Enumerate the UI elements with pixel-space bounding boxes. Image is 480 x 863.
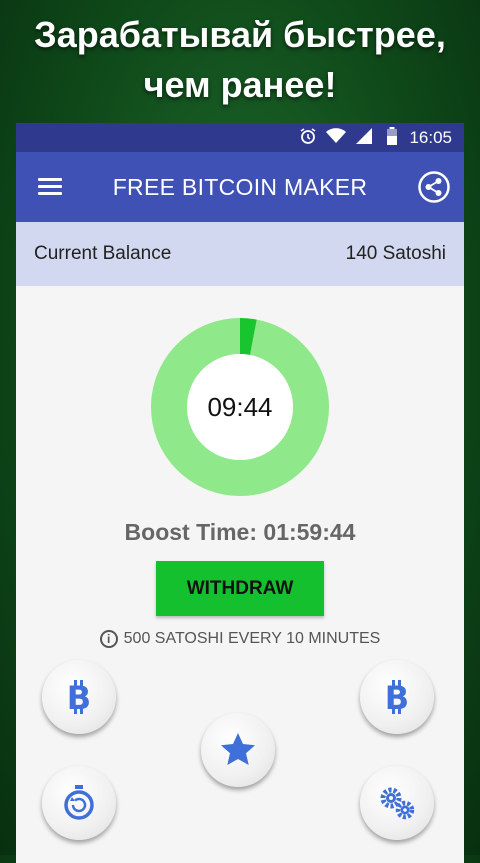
status-time: 16:05 [409,127,452,147]
svg-text:B: B [67,679,91,716]
bitcoin-icon: B [67,679,91,716]
promo-line-2: чем ранее! [143,64,337,105]
balance-value: 140 Satoshi [345,243,446,264]
star-icon [221,733,255,765]
signal-icon [353,127,375,148]
app-bar: FREE BITCOIN MAKER [16,152,464,222]
bitcoin-button-left[interactable]: B [42,660,116,734]
phone-screen: 16:05 FREE BITCOIN MAKER Current Balance… [16,123,464,863]
info-text: 500 SATOSHI EVERY 10 MINUTES [123,630,381,647]
app-title: FREE BITCOIN MAKER [112,173,368,200]
countdown-ring: 09:44 [150,317,330,497]
info-line: i 500 SATOSHI EVERY 10 MINUTES [16,630,464,648]
info-icon: i [99,630,118,648]
balance-bar: Current Balance 140 Satoshi [16,222,464,286]
favorite-star-button[interactable] [201,713,275,787]
svg-text:B: B [385,679,409,716]
alarm-icon [297,127,319,149]
bitcoin-button-right[interactable]: B [360,660,434,734]
bitcoin-icon: B [385,679,409,716]
settings-gears-icon [380,787,415,820]
timer-refresh-icon [64,785,94,820]
balance-label: Current Balance [34,243,172,264]
withdraw-button[interactable]: WITHDRAW [156,561,324,616]
promo-line-1: Зарабатывай быстрее, [34,14,446,55]
share-icon[interactable] [418,171,450,203]
wifi-icon [325,127,347,148]
boost-time: Boost Time: 01:59:44 [124,519,356,545]
promo-banner: Зарабатывай быстрее, чем ранее! [0,10,480,110]
status-bar: 16:05 [16,123,464,152]
settings-button[interactable] [360,766,434,840]
battery-icon [381,126,403,149]
countdown-timer: 09:44 [207,391,273,422]
timer-refresh-button[interactable] [42,766,116,840]
